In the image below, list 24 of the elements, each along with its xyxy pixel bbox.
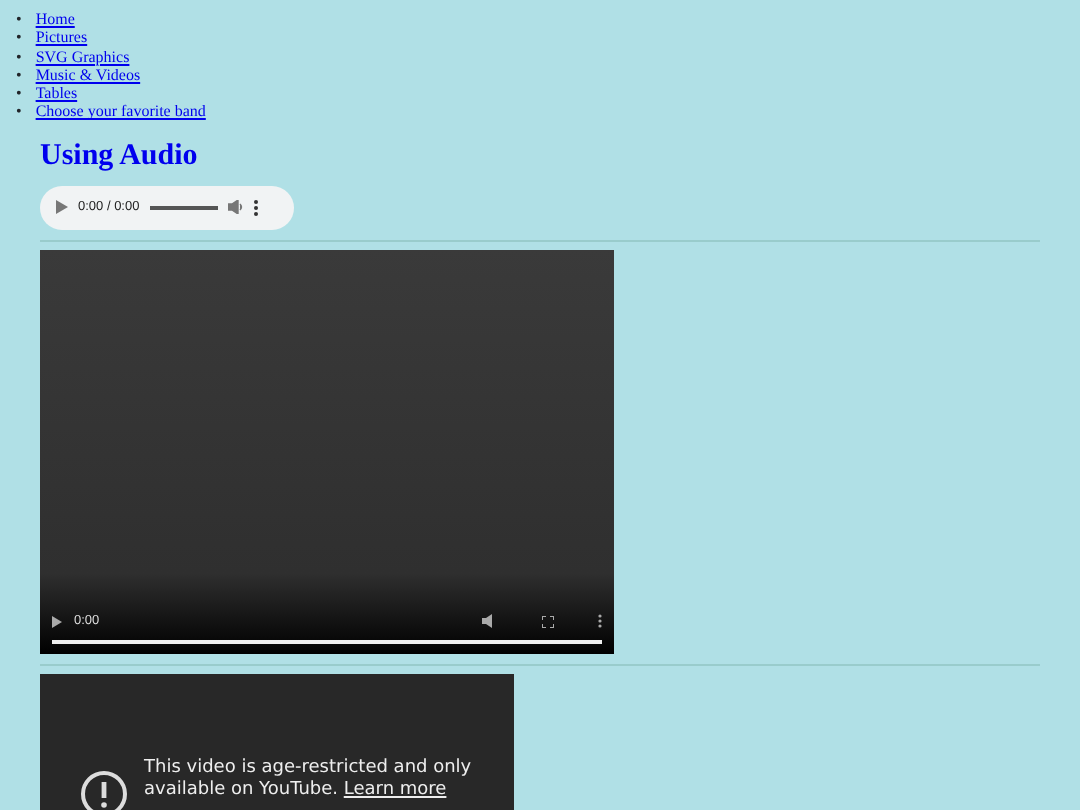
bullet: • bbox=[16, 47, 22, 66]
volume-icon[interactable] bbox=[482, 614, 498, 629]
bullet: • bbox=[16, 10, 22, 29]
page-heading: Using Audio bbox=[40, 137, 200, 174]
nav-link[interactable]: Tables bbox=[35, 84, 78, 103]
bullet: • bbox=[16, 65, 22, 85]
nav-link[interactable]: Home bbox=[35, 10, 75, 29]
seek-bar[interactable] bbox=[52, 639, 602, 644]
play-icon[interactable] bbox=[52, 615, 62, 628]
nav-link[interactable]: SVG Graphics bbox=[35, 47, 130, 66]
warning-icon bbox=[80, 769, 128, 810]
restriction-message: This video is age-restricted and only available on YouTube. Learn more bbox=[144, 757, 474, 804]
nav-link[interactable]: Choose your favorite band bbox=[35, 102, 206, 122]
bullet: • bbox=[16, 102, 22, 122]
bullet: • bbox=[16, 84, 22, 103]
play-icon[interactable] bbox=[56, 200, 68, 215]
fullscreen-icon[interactable] bbox=[542, 615, 554, 628]
seek-bar[interactable] bbox=[149, 205, 218, 210]
more-icon[interactable] bbox=[253, 199, 258, 216]
learn-more-link[interactable]: Learn more bbox=[343, 779, 447, 800]
nav-link[interactable]: Pictures bbox=[35, 28, 88, 48]
volume-icon[interactable] bbox=[227, 200, 244, 215]
nav-link[interactable]: Music & Videos bbox=[35, 65, 141, 85]
bullet: • bbox=[16, 28, 22, 48]
